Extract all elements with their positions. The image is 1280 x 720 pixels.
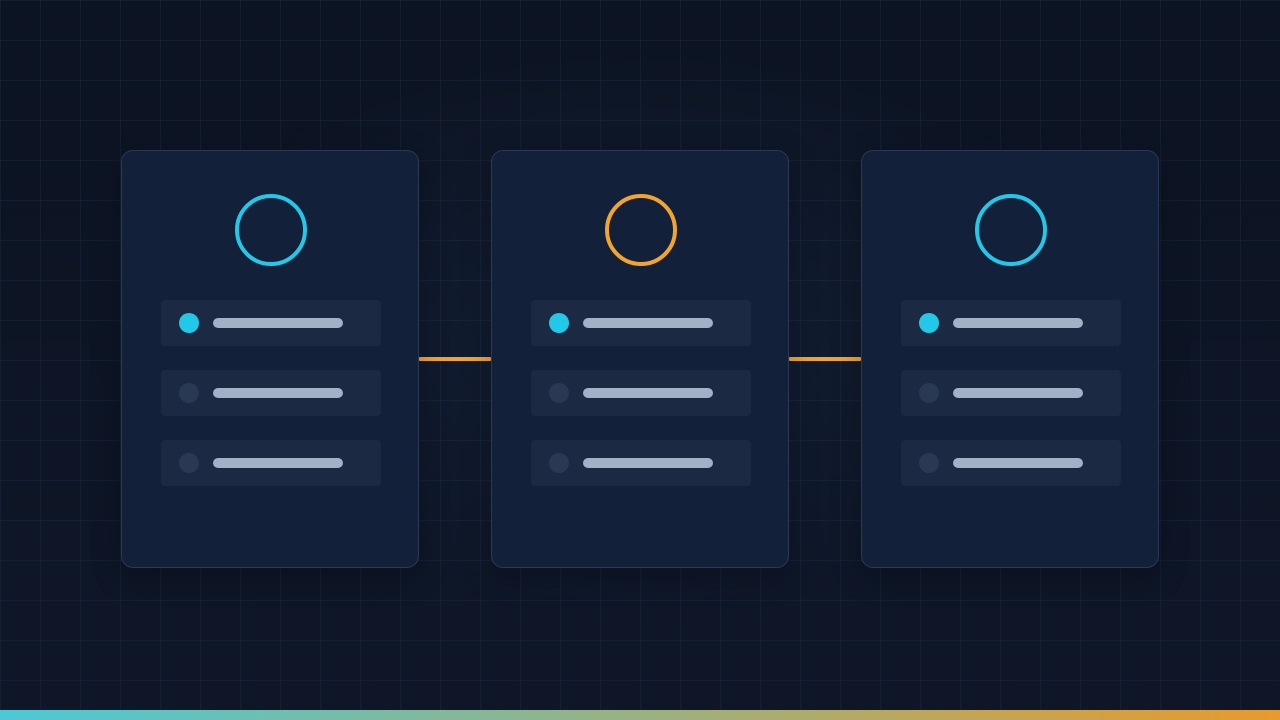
status-dot-icon xyxy=(179,453,199,473)
placeholder-text-bar xyxy=(953,388,1083,398)
canvas xyxy=(0,0,1280,720)
placeholder-text-bar xyxy=(583,318,713,328)
status-dot-icon xyxy=(549,453,569,473)
circle-outline-icon xyxy=(605,194,677,266)
list-item[interactable] xyxy=(901,300,1121,346)
list-item[interactable] xyxy=(161,440,381,486)
list-item[interactable] xyxy=(531,440,751,486)
list-item[interactable] xyxy=(161,300,381,346)
list-item[interactable] xyxy=(531,300,751,346)
card-1[interactable] xyxy=(121,150,419,568)
footer-gradient-bar xyxy=(0,710,1280,720)
card-2[interactable] xyxy=(491,150,789,568)
connector-line-1 xyxy=(419,357,491,361)
list-item[interactable] xyxy=(901,440,1121,486)
status-dot-icon xyxy=(179,313,199,333)
connector-line-2 xyxy=(789,357,861,361)
status-dot-icon xyxy=(919,383,939,403)
status-dot-icon xyxy=(549,313,569,333)
placeholder-text-bar xyxy=(583,388,713,398)
status-dot-icon xyxy=(179,383,199,403)
placeholder-text-bar xyxy=(213,458,343,468)
placeholder-text-bar xyxy=(213,388,343,398)
placeholder-text-bar xyxy=(583,458,713,468)
placeholder-text-bar xyxy=(953,318,1083,328)
list-item[interactable] xyxy=(901,370,1121,416)
placeholder-text-bar xyxy=(953,458,1083,468)
status-dot-icon xyxy=(919,453,939,473)
circle-outline-icon xyxy=(235,194,307,266)
placeholder-text-bar xyxy=(213,318,343,328)
list-item[interactable] xyxy=(161,370,381,416)
card-3[interactable] xyxy=(861,150,1159,568)
circle-outline-icon xyxy=(975,194,1047,266)
status-dot-icon xyxy=(919,313,939,333)
list-item[interactable] xyxy=(531,370,751,416)
status-dot-icon xyxy=(549,383,569,403)
